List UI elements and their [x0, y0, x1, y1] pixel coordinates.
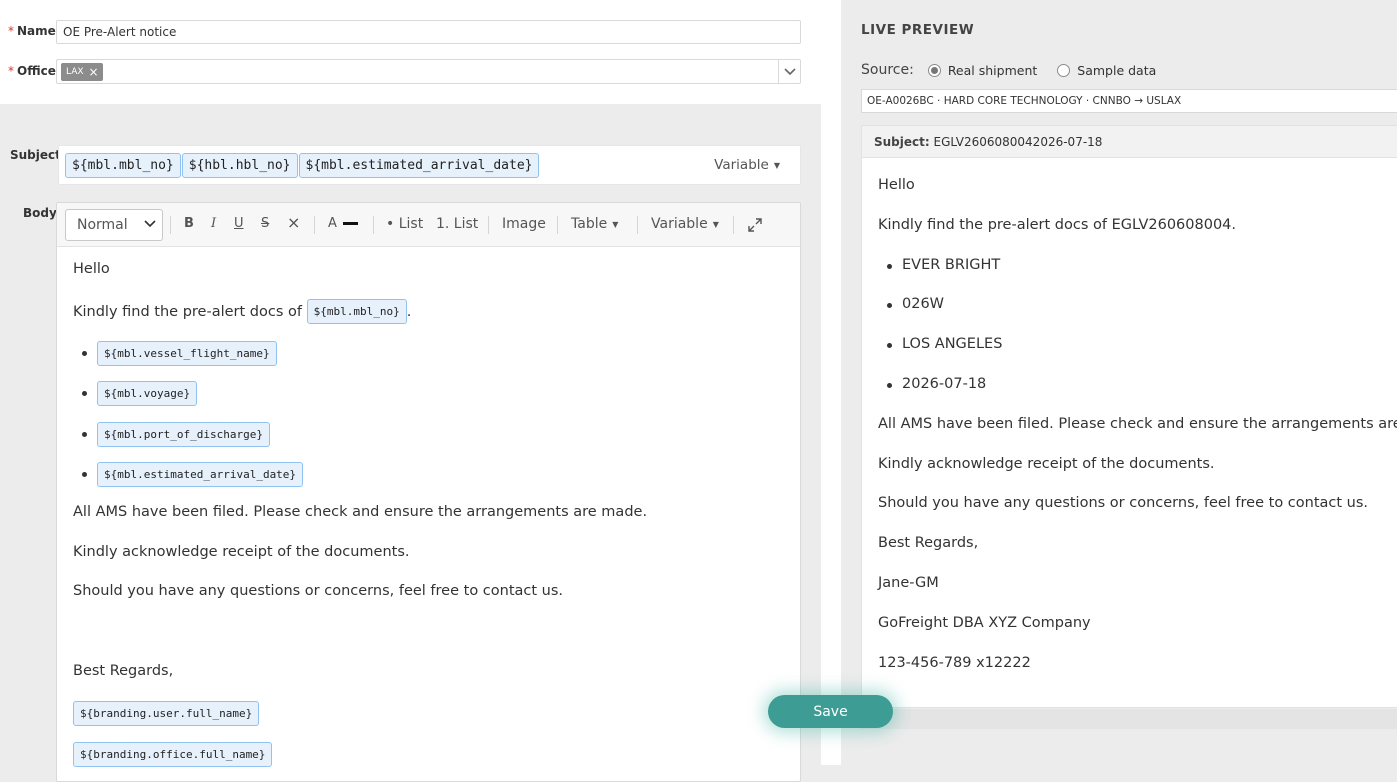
template-meta-card: * Name OE Pre-Alert notice * Office LAX × — [0, 0, 821, 104]
italic-button[interactable]: I — [211, 216, 216, 231]
office-tag-remove-icon[interactable]: × — [89, 63, 99, 81]
text-color-button[interactable]: A — [328, 216, 359, 231]
signature-office: ${branding.office.full_name} — [73, 742, 273, 767]
toolbar-divider — [557, 216, 558, 234]
rich-text-editor: Normal B I U S × A • List 1. List Image … — [56, 202, 801, 782]
body-line1: Kindly find the pre-alert docs of ${mbl.… — [73, 299, 411, 324]
body-regards: Best Regards, — [73, 663, 174, 679]
preview-user: Jane-GM — [878, 575, 939, 591]
expand-icon[interactable] — [747, 217, 763, 237]
body-variable-chip[interactable]: ${mbl.estimated_arrival_date} — [97, 462, 304, 487]
bullet-dot — [82, 472, 87, 477]
color-swatch-icon — [343, 222, 359, 225]
toolbar-divider — [488, 216, 489, 234]
body-ams: All AMS have been filed. Please check an… — [73, 504, 648, 520]
body-variable-chip[interactable]: ${branding.office.full_name} — [73, 742, 273, 767]
body-variable-chip[interactable]: ${branding.user.full_name} — [73, 701, 260, 726]
body-variable-chip[interactable]: ${mbl.mbl_no} — [306, 299, 407, 324]
column-gutter — [821, 0, 841, 765]
bullet-dot — [887, 303, 892, 308]
list-item: ${mbl.port_of_discharge} — [97, 422, 270, 447]
toolbar-divider — [373, 216, 374, 234]
preview-footer — [861, 709, 1397, 729]
caret-down-icon: ▼ — [612, 219, 619, 229]
bullet-dot — [887, 264, 892, 269]
subject-variable-chip[interactable]: ${mbl.estimated_arrival_date} — [298, 153, 540, 178]
body-questions: Should you have any questions or concern… — [73, 583, 564, 599]
preview-card: Subject: EGLV2606080042026-07-18 Hello K… — [861, 125, 1397, 708]
caret-down-icon: ▼ — [773, 160, 780, 170]
preview-phone: 123-456-789 x12222 — [878, 655, 1031, 671]
body-variable-chip[interactable]: ${mbl.voyage} — [97, 381, 198, 406]
preview-ams: All AMS have been filed. Please check an… — [878, 416, 1397, 432]
editor-toolbar: Normal B I U S × A • List 1. List Image … — [57, 203, 800, 247]
bold-button[interactable]: B — [184, 216, 194, 231]
underline-button[interactable]: U — [234, 216, 244, 231]
preview-list-item: 026W — [902, 296, 945, 312]
preview-title: LIVE PREVIEW — [861, 22, 975, 38]
toolbar-divider — [637, 216, 638, 234]
subject-variable-chip[interactable]: ${hbl.hbl_no} — [181, 153, 298, 178]
list-item: ${mbl.voyage} — [97, 381, 198, 406]
toolbar-divider — [170, 216, 171, 234]
subject-variable-dropdown[interactable]: Variable ▼ — [714, 157, 780, 173]
bullet-dot — [887, 343, 892, 348]
ordered-list-button[interactable]: 1. List — [436, 216, 478, 232]
bullet-dot — [887, 383, 892, 388]
body-ack: Kindly acknowledge receipt of the docume… — [73, 544, 410, 560]
source-selector: Source: Real shipment Sample data — [861, 62, 1156, 78]
body-variable-chip[interactable]: ${mbl.vessel_flight_name} — [97, 341, 277, 366]
name-input[interactable]: OE Pre-Alert notice — [56, 20, 801, 44]
bullet-dot — [82, 432, 87, 437]
toolbar-divider — [733, 216, 734, 234]
template-editor-panel: * Name OE Pre-Alert notice * Office LAX × … — [0, 0, 821, 782]
bullet-dot — [82, 351, 87, 356]
list-item: ${mbl.vessel_flight_name} — [97, 341, 277, 366]
preview-questions: Should you have any questions or concern… — [878, 495, 1369, 511]
bullet-list-button[interactable]: • List — [386, 216, 423, 232]
office-tag: LAX × — [61, 63, 103, 81]
preview-list-item: LOS ANGELES — [902, 336, 1003, 352]
radio-real-shipment-label[interactable]: Real shipment — [948, 63, 1037, 78]
preview-list-item: EVER BRIGHT — [902, 257, 1001, 273]
save-button[interactable]: Save — [768, 695, 893, 728]
radio-sample-data[interactable] — [1057, 63, 1071, 77]
chevron-down-icon — [144, 220, 156, 228]
office-select[interactable]: LAX × — [56, 59, 801, 84]
subject-variable-chip[interactable]: ${mbl.mbl_no} — [65, 153, 181, 178]
body-label: Body — [23, 206, 57, 220]
clear-format-button[interactable]: × — [287, 213, 300, 232]
shipment-select[interactable]: OE-A0026BC · HARD CORE TECHNOLOGY · CNNB… — [861, 89, 1397, 113]
office-label: * Office — [8, 64, 56, 78]
variable-dropdown[interactable]: Variable ▼ — [651, 216, 719, 232]
preview-regards: Best Regards, — [878, 535, 979, 551]
radio-selected-dot — [930, 66, 938, 74]
caret-down-icon: ▼ — [712, 219, 719, 229]
format-select[interactable]: Normal — [65, 209, 163, 241]
preview-subject: Subject: EGLV2606080042026-07-18 — [862, 126, 1397, 158]
subject-input[interactable]: ${mbl.mbl_no} ${hbl.hbl_no} ${mbl.estima… — [58, 145, 801, 185]
preview-line1: Kindly find the pre-alert docs of EGLV26… — [878, 217, 1237, 233]
live-preview-panel: LIVE PREVIEW Source: Real shipment Sampl… — [841, 0, 1397, 765]
subject-label: Subject — [10, 148, 61, 162]
radio-real-shipment[interactable] — [927, 63, 941, 77]
body-variable-chip[interactable]: ${mbl.port_of_discharge} — [97, 422, 270, 447]
chevron-down-icon[interactable] — [778, 60, 800, 83]
strikethrough-button[interactable]: S — [261, 216, 269, 231]
image-button[interactable]: Image — [502, 216, 546, 232]
name-label: * Name — [8, 24, 56, 38]
table-dropdown[interactable]: Table ▼ — [571, 216, 618, 232]
preview-list-item: 2026-07-18 — [902, 376, 987, 392]
list-item: ${mbl.estimated_arrival_date} — [97, 462, 304, 487]
preview-ack: Kindly acknowledge receipt of the docume… — [878, 456, 1215, 472]
signature-user: ${branding.user.full_name} — [73, 701, 260, 726]
preview-greeting: Hello — [878, 177, 915, 193]
body-greeting: Hello — [73, 261, 110, 277]
toolbar-divider — [314, 216, 315, 234]
bullet-dot — [82, 391, 87, 396]
preview-company: GoFreight DBA XYZ Company — [878, 615, 1091, 631]
radio-sample-data-label[interactable]: Sample data — [1077, 63, 1156, 78]
subject-chips: ${mbl.mbl_no} ${hbl.hbl_no} ${mbl.estima… — [65, 153, 540, 178]
source-label: Source: — [861, 62, 914, 78]
